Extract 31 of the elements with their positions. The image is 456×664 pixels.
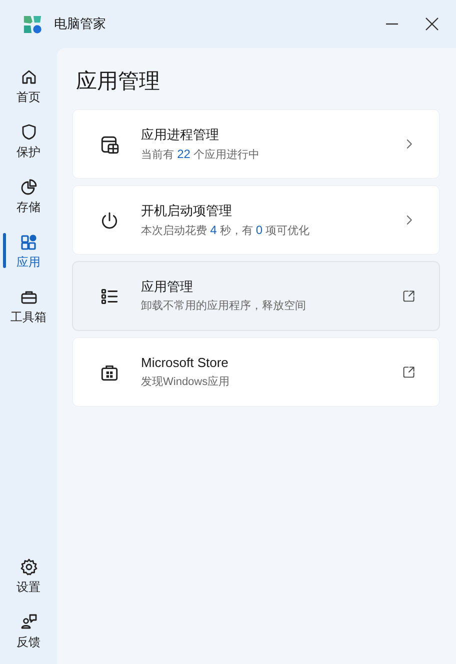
feature-card[interactable]: 应用进程管理 当前有 22 个应用进行中 bbox=[72, 109, 440, 179]
feature-card[interactable]: Microsoft Store 发现Windows应用 bbox=[72, 337, 440, 407]
window-grid-icon bbox=[99, 134, 120, 154]
nav-item[interactable]: 设置 bbox=[0, 552, 57, 599]
nav-item[interactable]: 保护 bbox=[0, 117, 57, 164]
app-logo-icon bbox=[23, 14, 42, 34]
page-title: 应用管理 bbox=[75, 69, 161, 95]
apps-icon bbox=[18, 232, 38, 252]
window-title: 电脑管家 bbox=[54, 15, 106, 34]
settings-icon bbox=[18, 557, 38, 577]
card-subtitle: 当前有 22 个应用进行中 bbox=[141, 146, 260, 162]
nav-item[interactable]: 反馈 bbox=[0, 607, 57, 654]
close-icon bbox=[425, 17, 439, 31]
card-title: 应用进程管理 bbox=[141, 126, 220, 142]
external-link-icon bbox=[401, 288, 417, 304]
external-link-icon bbox=[401, 364, 417, 380]
card-subtitle: 本次启动花费 4 秒，有 0 项可优化 bbox=[141, 222, 311, 238]
card-title: Microsoft Store bbox=[141, 355, 230, 371]
power-icon bbox=[99, 210, 120, 230]
card-title: 开机启动项管理 bbox=[141, 202, 233, 218]
storage-icon bbox=[18, 177, 38, 197]
card-subtitle: 卸载不常用的应用程序，释放空间 bbox=[141, 299, 307, 313]
card-subtitle: 发现Windows应用 bbox=[141, 375, 231, 389]
nav-item[interactable]: 应用 bbox=[0, 227, 57, 274]
selection-indicator bbox=[3, 233, 6, 268]
nav-item[interactable]: 存储 bbox=[0, 172, 57, 219]
feature-card[interactable]: 开机启动项管理 本次启动花费 4 秒，有 0 项可优化 bbox=[72, 185, 440, 255]
feature-card[interactable]: 应用管理 卸载不常用的应用程序，释放空间 bbox=[72, 261, 440, 331]
nav-item[interactable]: 首页 bbox=[0, 62, 57, 109]
nav-item[interactable]: 工具箱 bbox=[0, 282, 57, 329]
card-title: 应用管理 bbox=[141, 279, 194, 295]
